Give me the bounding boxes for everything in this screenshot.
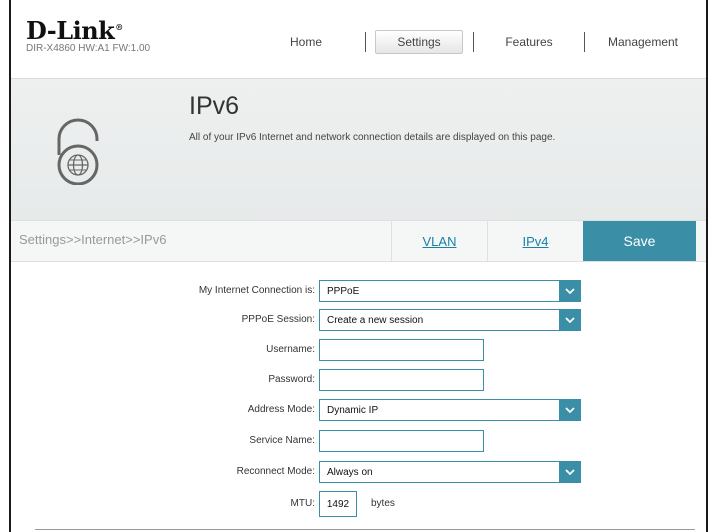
reconnect-mode-value: Always on: [327, 467, 373, 478]
username-row: Username:: [11, 339, 706, 363]
nav-features[interactable]: Features: [479, 30, 579, 54]
mtu-unit: bytes: [371, 498, 395, 509]
mtu-label: MTU:: [290, 498, 315, 509]
connection-type-label: My Internet Connection is:: [198, 285, 315, 296]
section-divider: [35, 529, 695, 530]
nav-management[interactable]: Management: [593, 30, 693, 54]
service-name-row: Service Name:: [11, 430, 706, 454]
reconnect-mode-label: Reconnect Mode:: [236, 466, 315, 477]
model-info: DIR-X4860 HW:A1 FW:1.00: [26, 43, 151, 54]
connection-type-value: PPPoE: [327, 286, 360, 297]
sub-nav-bar: Settings>>Internet>>IPv6 VLAN IPv4 Save: [11, 220, 706, 262]
pppoe-session-row: PPPoE Session: Create a new session: [11, 309, 706, 333]
page-title: IPv6: [189, 92, 240, 120]
router-page: D-Link® DIR-X4860 HW:A1 FW:1.00 Home Set…: [9, 0, 708, 532]
chevron-down-icon[interactable]: [559, 281, 580, 301]
pppoe-session-label: PPPoE Session:: [241, 314, 315, 325]
nav-separator: [473, 32, 474, 52]
address-mode-label: Address Mode:: [247, 404, 315, 415]
pppoe-session-select[interactable]: Create a new session: [319, 309, 581, 331]
reconnect-mode-select[interactable]: Always on: [319, 461, 581, 483]
username-input[interactable]: [319, 339, 484, 361]
tab-ipv4[interactable]: IPv4: [487, 221, 583, 261]
nav-settings[interactable]: Settings: [375, 30, 463, 54]
top-bar: D-Link® DIR-X4860 HW:A1 FW:1.00 Home Set…: [11, 0, 706, 78]
service-name-label: Service Name:: [249, 435, 315, 446]
mtu-input[interactable]: 1492: [319, 491, 357, 517]
chevron-down-icon[interactable]: [559, 462, 580, 482]
dlink-logo[interactable]: D-Link®: [26, 16, 123, 45]
address-mode-select[interactable]: Dynamic IP: [319, 399, 581, 421]
pppoe-session-value: Create a new session: [327, 315, 424, 326]
reconnect-mode-row: Reconnect Mode: Always on: [11, 461, 706, 485]
connection-type-row: My Internet Connection is: PPPoE: [11, 280, 706, 304]
address-mode-value: Dynamic IP: [327, 405, 379, 416]
tab-vlan[interactable]: VLAN: [391, 221, 487, 261]
save-button[interactable]: Save: [583, 221, 696, 261]
nav-separator: [584, 32, 585, 52]
breadcrumb: Settings>>Internet>>IPv6: [19, 232, 167, 247]
password-input[interactable]: [319, 369, 484, 391]
password-row: Password:: [11, 369, 706, 393]
mtu-row: MTU: 1492 bytes: [11, 491, 706, 517]
password-label: Password:: [268, 374, 315, 385]
nav-home[interactable]: Home: [256, 30, 356, 54]
chevron-down-icon[interactable]: [559, 310, 580, 330]
connection-type-select[interactable]: PPPoE: [319, 280, 581, 302]
chevron-down-icon[interactable]: [559, 400, 580, 420]
page-header: IPv6 All of your IPv6 Internet and netwo…: [11, 78, 706, 221]
nav-separator: [365, 32, 366, 52]
username-label: Username:: [266, 344, 315, 355]
globe-lock-icon: [57, 118, 99, 185]
address-mode-row: Address Mode: Dynamic IP: [11, 399, 706, 423]
service-name-input[interactable]: [319, 430, 484, 452]
page-description: All of your IPv6 Internet and network co…: [189, 132, 556, 143]
